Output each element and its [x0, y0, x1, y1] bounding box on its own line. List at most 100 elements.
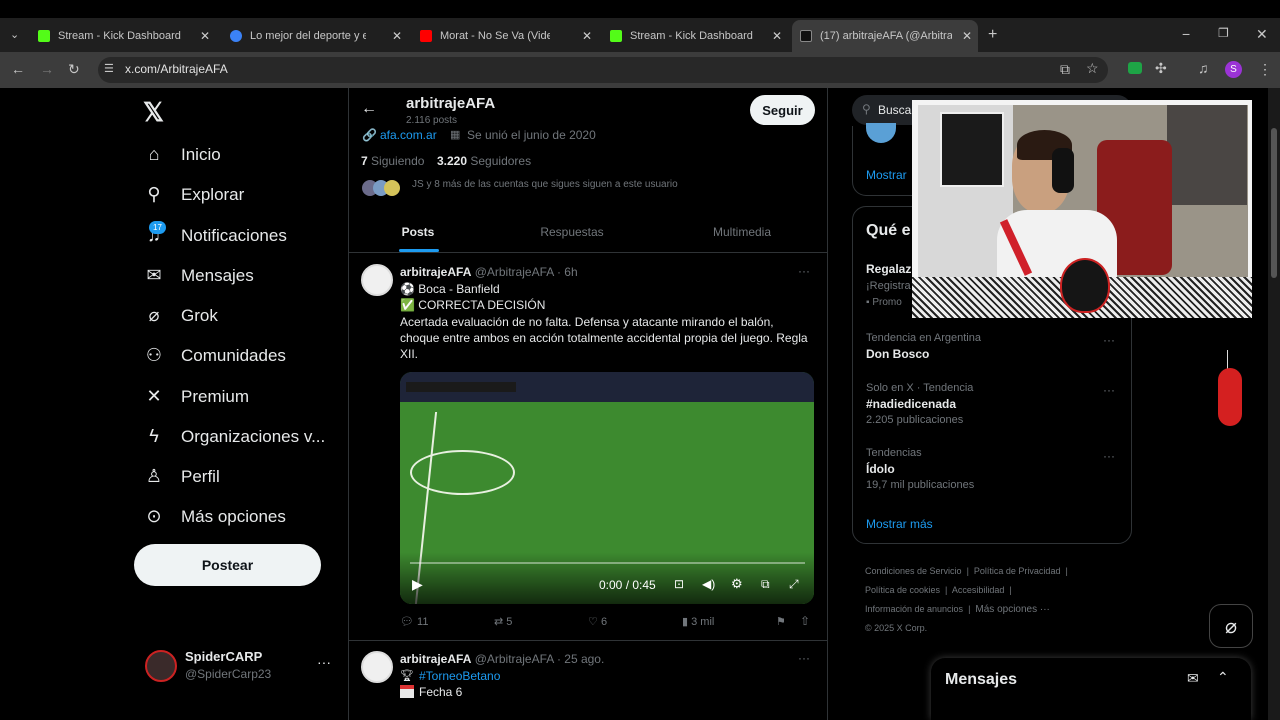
browser-tab-3[interactable]: Morat - No Se Va (Video Of ✕: [412, 23, 598, 48]
tweet-avatar[interactable]: [361, 651, 393, 683]
share-icon[interactable]: ⇧: [800, 614, 810, 628]
url-field[interactable]: [98, 57, 1108, 83]
scrollbar[interactable]: [1268, 88, 1280, 720]
sidebar-item-explorar[interactable]: ⚲ Explorar: [143, 184, 244, 205]
following-link[interactable]: 7 Siguiendo: [361, 154, 424, 168]
sidebar-item-mensajes[interactable]: ✉ Mensajes: [143, 265, 253, 286]
reply-button[interactable]: 💬︎ 11: [400, 615, 428, 628]
tweet-more-icon[interactable]: ···: [798, 264, 810, 278]
tab-list-icon[interactable]: ⌄: [10, 28, 19, 41]
calendar-icon: ▦: [450, 129, 461, 141]
grok-icon: ⌀: [1224, 615, 1238, 638]
fullscreen-icon[interactable]: ⤢: [789, 577, 799, 592]
sidebar-item-inicio[interactable]: ⌂ Inicio: [143, 144, 221, 165]
browser-tab-1[interactable]: Stream - Kick Dashboard ✕: [30, 23, 216, 48]
trend-item[interactable]: Solo en X · Tendencia #nadiedicenada 2.2…: [866, 382, 1126, 426]
show-more-trends[interactable]: Mostrar más: [866, 517, 933, 531]
person-icon: ♙: [145, 466, 163, 486]
account-switcher[interactable]: SpiderCARP @SpiderCarp23 ···: [145, 648, 335, 688]
extension-green-icon[interactable]: [1128, 62, 1142, 74]
captions-icon[interactable]: ⊡: [674, 577, 684, 591]
show-more-link[interactable]: Mostrar: [866, 168, 907, 182]
notification-badge: 17: [149, 221, 166, 234]
sidebar-item-grok[interactable]: ⌀ Grok: [143, 305, 218, 326]
sidebar-item-premium[interactable]: ✕ Premium: [143, 386, 249, 407]
close-tab-icon[interactable]: ✕: [772, 29, 782, 43]
back-arrow-icon[interactable]: ←: [361, 100, 377, 118]
lightning-icon: ϟ: [149, 426, 159, 446]
close-tab-icon[interactable]: ✕: [582, 29, 592, 43]
sidebar-item-perfil[interactable]: ♙ Perfil: [143, 466, 220, 487]
tweet-author[interactable]: arbitrajeAFA @ArbitrajeAFA · 6h: [400, 265, 578, 279]
kick-icon: [610, 29, 622, 42]
tweet-line2: ✅ CORRECTA DECISIÓN: [400, 298, 546, 312]
x-logo-icon: [800, 30, 812, 42]
extensions-icon[interactable]: ✣: [1155, 60, 1167, 77]
tweet-author[interactable]: arbitrajeAFA @ArbitrajeAFA · 25 ago.: [400, 652, 604, 666]
sidebar-item-organizaciones[interactable]: ϟ Organizaciones v...: [143, 426, 325, 447]
pip-icon[interactable]: ⧉: [761, 577, 770, 592]
back-icon[interactable]: ←: [11, 61, 25, 77]
video-progress-track[interactable]: [410, 562, 805, 564]
settings-icon[interactable]: ⚙: [731, 576, 743, 592]
close-tab-icon[interactable]: ✕: [962, 29, 972, 43]
account-handle: @SpiderCarp23: [185, 667, 272, 681]
tab-respuestas[interactable]: Respuestas: [502, 214, 642, 252]
forward-icon[interactable]: →: [40, 61, 54, 77]
followers-link[interactable]: 3.220 Seguidores: [437, 154, 531, 168]
menu-icon[interactable]: ⋮: [1258, 61, 1272, 78]
minimize-icon[interactable]: −: [1182, 26, 1190, 42]
trend-item[interactable]: Tendencia en Argentina Don Bosco: [866, 332, 1126, 361]
hashtag-link[interactable]: #TorneoBetano: [419, 669, 500, 683]
bookmark-star-icon[interactable]: ☆: [1086, 60, 1099, 77]
site-info-icon[interactable]: ☰: [104, 62, 114, 75]
account-name: SpiderCARP: [185, 649, 263, 664]
tab-multimedia[interactable]: Multimedia: [672, 214, 812, 252]
search-icon: ⚲: [147, 184, 161, 204]
url-text[interactable]: x.com/ArbitrajeAFA: [125, 62, 228, 76]
close-tab-icon[interactable]: ✕: [392, 29, 402, 43]
messages-drawer[interactable]: Mensajes ✉ ⌃: [931, 658, 1251, 720]
joined-date: Se unió el junio de 2020: [467, 128, 596, 142]
followed-by-text[interactable]: JS y 8 más de las cuentas que sigues sig…: [412, 179, 678, 190]
retweet-button[interactable]: ⇄ 5: [494, 615, 512, 628]
volume-icon[interactable]: ◀): [702, 577, 715, 591]
river-logo-icon: [1060, 258, 1110, 313]
grok-float-button[interactable]: ⌀: [1209, 604, 1253, 648]
media-icon[interactable]: ♫: [1198, 60, 1209, 76]
trend-item[interactable]: Tendencias Ídolo 19,7 mil publicaciones: [866, 447, 1126, 491]
close-window-icon[interactable]: ✕: [1256, 26, 1268, 43]
expand-icon[interactable]: ⌃: [1217, 669, 1229, 686]
sidebar-item-mas-opciones[interactable]: ⊙ Más opciones: [143, 506, 285, 527]
follow-button[interactable]: Seguir: [750, 95, 815, 125]
close-tab-icon[interactable]: ✕: [200, 29, 210, 43]
trend-more-icon[interactable]: ···: [1103, 383, 1115, 397]
browser-tab-4[interactable]: Stream - Kick Dashboard ✕: [602, 23, 788, 48]
cast-icon[interactable]: ⧉: [1060, 61, 1070, 78]
new-tab-icon[interactable]: +: [988, 26, 997, 44]
promo-title[interactable]: Regalaz: [866, 262, 911, 276]
website-link[interactable]: afa.com.ar: [380, 128, 437, 142]
tweet-more-icon[interactable]: ···: [798, 651, 810, 665]
like-button[interactable]: ♡ 6: [588, 615, 607, 628]
views-button[interactable]: ▮ 3 mil: [682, 615, 714, 628]
profile-avatar[interactable]: S: [1225, 61, 1242, 78]
tweet-avatar[interactable]: [361, 264, 393, 296]
reload-icon[interactable]: ↻: [68, 61, 80, 78]
scrollbar-thumb[interactable]: [1271, 128, 1277, 278]
account-more-icon[interactable]: ···: [317, 654, 331, 670]
restore-icon[interactable]: ❐: [1218, 26, 1229, 40]
site-icon: [230, 29, 242, 42]
tab-posts[interactable]: Posts: [349, 214, 487, 252]
post-button[interactable]: Postear: [134, 544, 321, 586]
play-icon[interactable]: ▶: [412, 576, 423, 593]
bookmark-icon[interactable]: ⚑: [776, 615, 786, 628]
browser-tab-2[interactable]: Lo mejor del deporte y el e ✕: [222, 23, 408, 48]
x-logo-icon[interactable]: 𝕏: [143, 97, 164, 128]
browser-tab-5[interactable]: (17) arbitrajeAFA (@ArbitrajeAF ✕: [792, 20, 978, 52]
sidebar-item-comunidades[interactable]: ⚇ Comunidades: [143, 345, 286, 366]
trend-more-icon[interactable]: ···: [1103, 333, 1115, 347]
trend-more-icon[interactable]: ···: [1103, 449, 1115, 463]
tweet-video[interactable]: ▶ 0:00 / 0:45 ⊡ ◀) ⚙ ⧉ ⤢: [400, 372, 814, 604]
new-message-icon[interactable]: ✉: [1187, 670, 1199, 687]
